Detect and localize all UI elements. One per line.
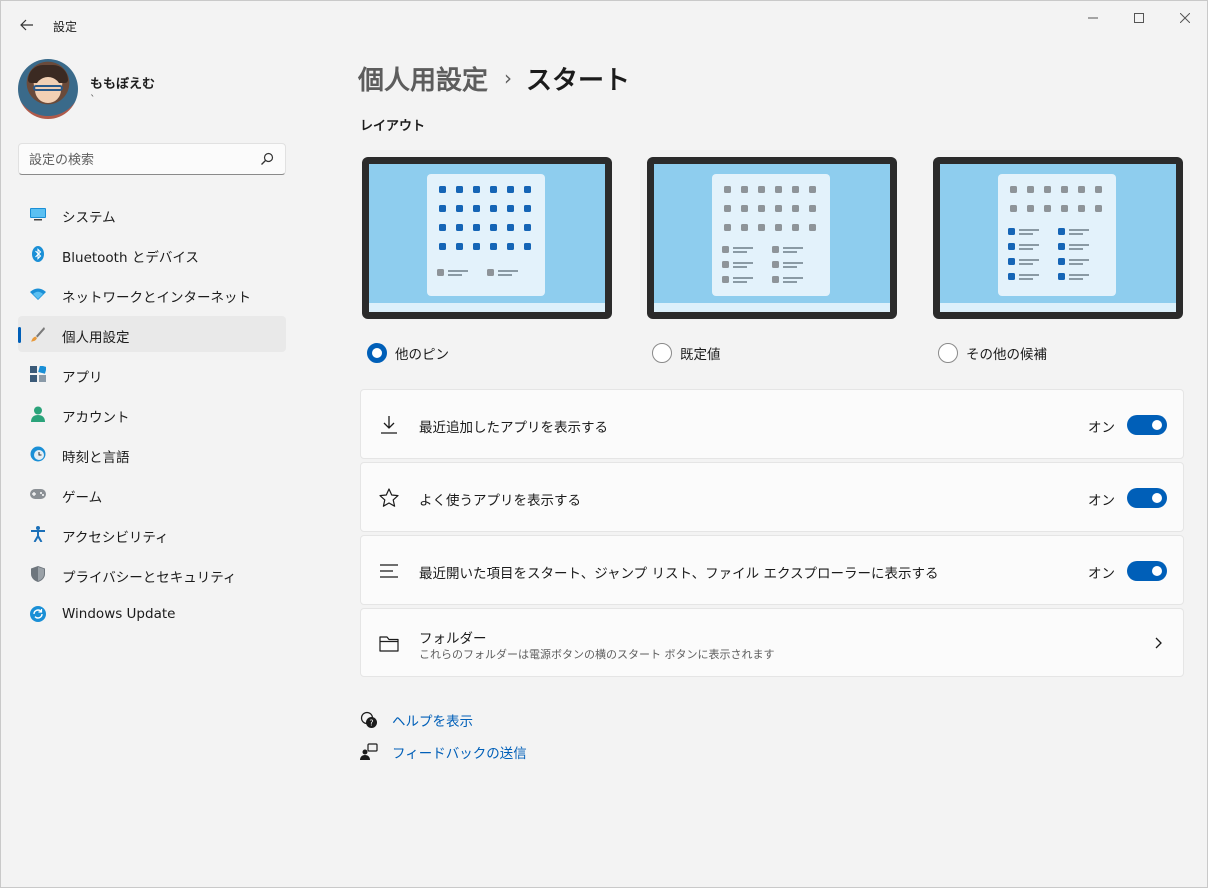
sidebar-item-label: 個人用設定	[62, 330, 130, 346]
sidebar-item-accounts[interactable]: アカウント	[18, 396, 286, 432]
breadcrumb: 個人用設定 › スタート	[358, 59, 630, 97]
page-title: スタート	[526, 65, 631, 96]
star-icon	[379, 488, 399, 507]
radio-label: 既定値	[680, 347, 721, 363]
layout-preview-more-recommendations[interactable]	[933, 157, 1183, 319]
setting-folders[interactable]: フォルダー これらのフォルダーは電源ボタンの横のスタート ボタンに表示されます	[360, 608, 1184, 677]
layout-option-more-recommendations[interactable]: その他の候補	[938, 341, 1047, 365]
list-icon	[380, 564, 398, 578]
setting-recent-apps: 最近追加したアプリを表示する オン	[360, 389, 1184, 459]
sidebar-item-windows-update[interactable]: Windows Update	[18, 596, 286, 632]
recent-items-toggle[interactable]	[1127, 561, 1167, 581]
download-icon	[381, 416, 397, 434]
radio-label: 他のピン	[395, 347, 449, 363]
title-bar: 設定	[1, 1, 1207, 49]
sidebar-item-network[interactable]: ネットワークとインターネット	[18, 276, 286, 312]
windows-update-icon	[30, 606, 46, 622]
help-link-text[interactable]: ヘルプを表示	[392, 710, 473, 730]
recent-apps-toggle[interactable]	[1127, 415, 1167, 435]
back-arrow-icon	[20, 19, 33, 31]
sidebar-item-label: アクセシビリティ	[62, 530, 169, 546]
toggle-state-label: オン	[1088, 420, 1115, 436]
sidebar-item-bluetooth[interactable]: Bluetooth とデバイス	[18, 236, 286, 272]
minimize-icon	[1088, 17, 1098, 19]
search-box[interactable]	[18, 143, 286, 175]
radio-label: その他の候補	[966, 347, 1047, 363]
sidebar-item-label: ゲーム	[62, 490, 103, 506]
breadcrumb-parent[interactable]: 個人用設定	[358, 60, 488, 97]
help-link[interactable]: ? ヘルプを表示	[360, 709, 473, 731]
layout-option-default[interactable]: 既定値	[652, 341, 721, 365]
setting-label: 最近開いた項目をスタート、ジャンプ リスト、ファイル エクスプローラーに表示する	[419, 566, 939, 582]
sidebar-item-label: 時刻と言語	[62, 450, 130, 466]
apps-icon	[30, 366, 46, 382]
account-icon	[30, 406, 46, 422]
network-icon	[30, 286, 46, 302]
bluetooth-icon	[30, 246, 46, 262]
sidebar-item-label: システム	[62, 210, 116, 226]
sidebar-item-label: プライバシーとセキュリティ	[62, 570, 237, 586]
gaming-icon	[30, 486, 46, 502]
layout-option-more-pins[interactable]: 他のピン	[367, 341, 449, 365]
radio-button-checked[interactable]	[367, 343, 387, 363]
feedback-icon	[360, 743, 378, 760]
user-name: ももぼえむ	[90, 77, 156, 92]
sidebar-nav: システム Bluetooth とデバイス ネットワークとインターネット 個人用設…	[18, 196, 286, 636]
layout-preview-more-pins[interactable]	[362, 157, 612, 319]
close-button[interactable]	[1162, 1, 1208, 35]
sidebar-item-apps[interactable]: アプリ	[18, 356, 286, 392]
radio-button[interactable]	[652, 343, 672, 363]
app-title: 設定	[53, 20, 78, 34]
sidebar-item-personalization[interactable]: 個人用設定	[18, 316, 286, 352]
sidebar-item-label: Bluetooth とデバイス	[62, 250, 199, 266]
sidebar-item-label: アプリ	[62, 370, 103, 386]
sidebar-item-time-language[interactable]: 時刻と言語	[18, 436, 286, 472]
sidebar-item-gaming[interactable]: ゲーム	[18, 476, 286, 512]
breadcrumb-separator: ›	[504, 66, 513, 90]
close-icon	[1180, 13, 1190, 23]
search-input[interactable]	[29, 150, 249, 170]
setting-label: 最近追加したアプリを表示する	[419, 420, 608, 436]
system-icon	[30, 206, 46, 222]
sidebar-item-label: ネットワークとインターネット	[62, 290, 251, 306]
radio-button[interactable]	[938, 343, 958, 363]
settings-window: 設定 ももぼえむ ` システム Bluetooth とデバイス ネットワークとイ…	[0, 0, 1208, 888]
toggle-state-label: オン	[1088, 493, 1115, 509]
layout-preview-default[interactable]	[647, 157, 897, 319]
setting-label: よく使うアプリを表示する	[419, 493, 581, 509]
back-button[interactable]	[13, 11, 41, 39]
accessibility-icon	[30, 526, 46, 542]
user-email: `	[90, 93, 96, 106]
setting-description: これらのフォルダーは電源ボタンの横のスタート ボタンに表示されます	[419, 648, 775, 661]
maximize-icon	[1134, 13, 1144, 23]
sidebar-item-label: Windows Update	[62, 606, 176, 622]
setting-label: フォルダー	[419, 631, 487, 647]
folder-icon	[379, 636, 399, 652]
maximize-button[interactable]	[1116, 1, 1162, 35]
search-icon	[261, 152, 274, 165]
feedback-link-text[interactable]: フィードバックの送信	[392, 742, 527, 762]
personalization-icon	[30, 326, 46, 342]
setting-recent-items: 最近開いた項目をスタート、ジャンプ リスト、ファイル エクスプローラーに表示する…	[360, 535, 1184, 605]
avatar[interactable]	[18, 59, 78, 119]
time-language-icon	[30, 446, 46, 462]
sidebar-item-system[interactable]: システム	[18, 196, 286, 232]
chevron-right-icon	[1155, 637, 1162, 649]
svg-text:?: ?	[369, 719, 373, 728]
shield-icon	[30, 566, 46, 582]
sidebar-item-privacy[interactable]: プライバシーとセキュリティ	[18, 556, 286, 592]
setting-frequent-apps: よく使うアプリを表示する オン	[360, 462, 1184, 532]
feedback-link[interactable]: フィードバックの送信	[360, 741, 527, 763]
sidebar-item-label: アカウント	[62, 410, 130, 426]
help-icon: ?	[360, 711, 377, 728]
toggle-state-label: オン	[1088, 566, 1115, 582]
sidebar-item-accessibility[interactable]: アクセシビリティ	[18, 516, 286, 552]
layout-section-title: レイアウト	[360, 119, 426, 134]
frequent-apps-toggle[interactable]	[1127, 488, 1167, 508]
minimize-button[interactable]	[1070, 1, 1116, 35]
